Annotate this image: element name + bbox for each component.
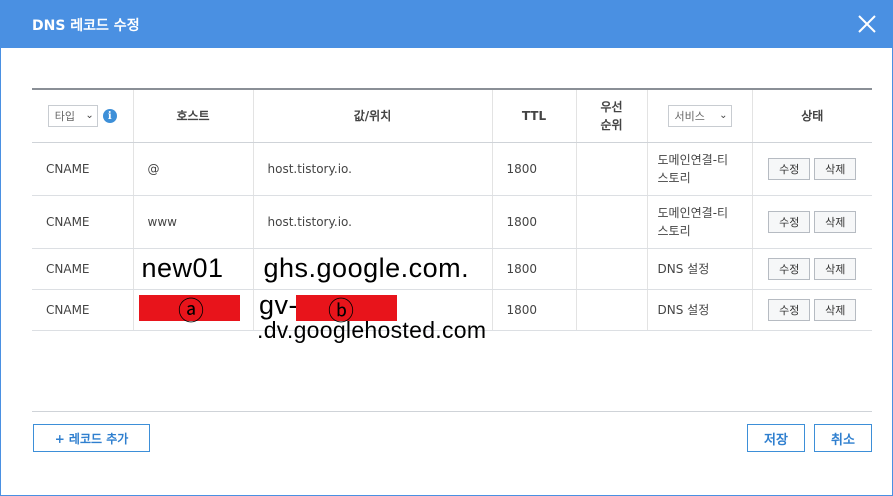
cell-priority (575, 289, 647, 331)
header-priority-label: 우선 순위 (600, 99, 623, 132)
value-annotation-text: ghs.google.com. (263, 253, 470, 283)
chevron-down-icon: ⌄ (719, 110, 728, 122)
close-icon[interactable] (856, 13, 878, 35)
dns-record-edit-dialog: DNS 레코드 수정 타입 ⌄ i 호스트 값/위치 TTL 우선 순위 서비스… (0, 0, 893, 496)
delete-button[interactable]: 삭제 (814, 157, 857, 180)
cell-service: 도메인연결-티 스토리 (646, 142, 752, 196)
cell-service: DNS 설정 (646, 248, 752, 290)
save-button[interactable]: 저장 (747, 424, 805, 452)
cell-status: 수정 삭제 (751, 142, 872, 196)
cell-priority (575, 248, 647, 290)
add-record-button[interactable]: + 레코드 추가 (33, 424, 150, 452)
cell-type: CNAME (32, 142, 133, 196)
cell-value: host.tistory.io. (252, 195, 492, 249)
footer-divider (32, 411, 872, 412)
header-priority: 우선 순위 (575, 89, 647, 143)
cell-ttl: 1800 (491, 289, 576, 331)
type-select[interactable]: 타입 ⌄ (47, 104, 98, 127)
service-select-value: 서비스 (674, 109, 705, 123)
cell-host: @ (132, 142, 253, 196)
service-label: 도메인연결-티 스토리 (657, 152, 729, 185)
info-icon[interactable]: i (102, 109, 117, 124)
cell-host: new01 (132, 248, 253, 290)
cell-host: www (132, 195, 253, 249)
cell-priority (575, 195, 647, 249)
type-select-value: 타입 (54, 109, 75, 123)
header-status: 상태 (751, 89, 872, 143)
cell-status: 수정 삭제 (751, 195, 872, 249)
service-label: DNS 설정 (657, 261, 710, 276)
cell-type: CNAME (32, 289, 133, 331)
header-ttl: TTL (491, 89, 576, 143)
table-row: CNAME @ host.tistory.io. 1800 도메인연결-티 스토… (32, 142, 872, 196)
delete-button[interactable]: 삭제 (814, 210, 857, 233)
table-row: CNAME new01 ghs.google.com. 1800 DNS 설정 … (32, 248, 872, 290)
delete-button[interactable]: 삭제 (814, 257, 857, 280)
cell-type: CNAME (32, 195, 133, 249)
service-label: 도메인연결-티 스토리 (657, 205, 729, 238)
cell-type: CNAME (32, 248, 133, 290)
service-select[interactable]: 서비스 ⌄ (667, 104, 732, 127)
cell-ttl: 1800 (491, 248, 576, 290)
service-label: DNS 설정 (657, 302, 710, 317)
delete-button[interactable]: 삭제 (814, 298, 857, 321)
header-value: 값/위치 (252, 89, 492, 143)
edit-button[interactable]: 수정 (768, 157, 811, 180)
cell-status: 수정 삭제 (751, 248, 872, 290)
cancel-button[interactable]: 취소 (814, 424, 872, 452)
cell-ttl: 1800 (491, 142, 576, 196)
edit-button[interactable]: 수정 (768, 210, 811, 233)
cell-ttl: 1800 (491, 195, 576, 249)
cell-value: host.tistory.io. (252, 142, 492, 196)
header-host: 호스트 (132, 89, 253, 143)
table-row: CNAME www host.tistory.io. 1800 도메인연결-티 … (32, 195, 872, 249)
edit-button[interactable]: 수정 (768, 298, 811, 321)
header-type: 타입 ⌄ i (32, 89, 133, 143)
header-service: 서비스 ⌄ (646, 89, 752, 143)
value-suffix-annotation: .dv.googlehosted.com (257, 317, 487, 343)
cell-priority (575, 142, 647, 196)
dialog-titlebar: DNS 레코드 수정 (1, 1, 892, 48)
cell-value: ghs.google.com. (252, 248, 492, 290)
cell-service: 도메인연결-티 스토리 (646, 195, 752, 249)
table-header-row: 타입 ⌄ i 호스트 값/위치 TTL 우선 순위 서비스 ⌄ 상태 (32, 89, 872, 143)
cell-service: DNS 설정 (646, 289, 752, 331)
edit-button[interactable]: 수정 (768, 257, 811, 280)
marker-a: ⓐ (178, 297, 205, 327)
dialog-title: DNS 레코드 수정 (32, 18, 140, 34)
chevron-down-icon: ⌄ (85, 110, 94, 122)
cell-status: 수정 삭제 (751, 289, 872, 331)
host-annotation-text: new01 (141, 253, 224, 283)
